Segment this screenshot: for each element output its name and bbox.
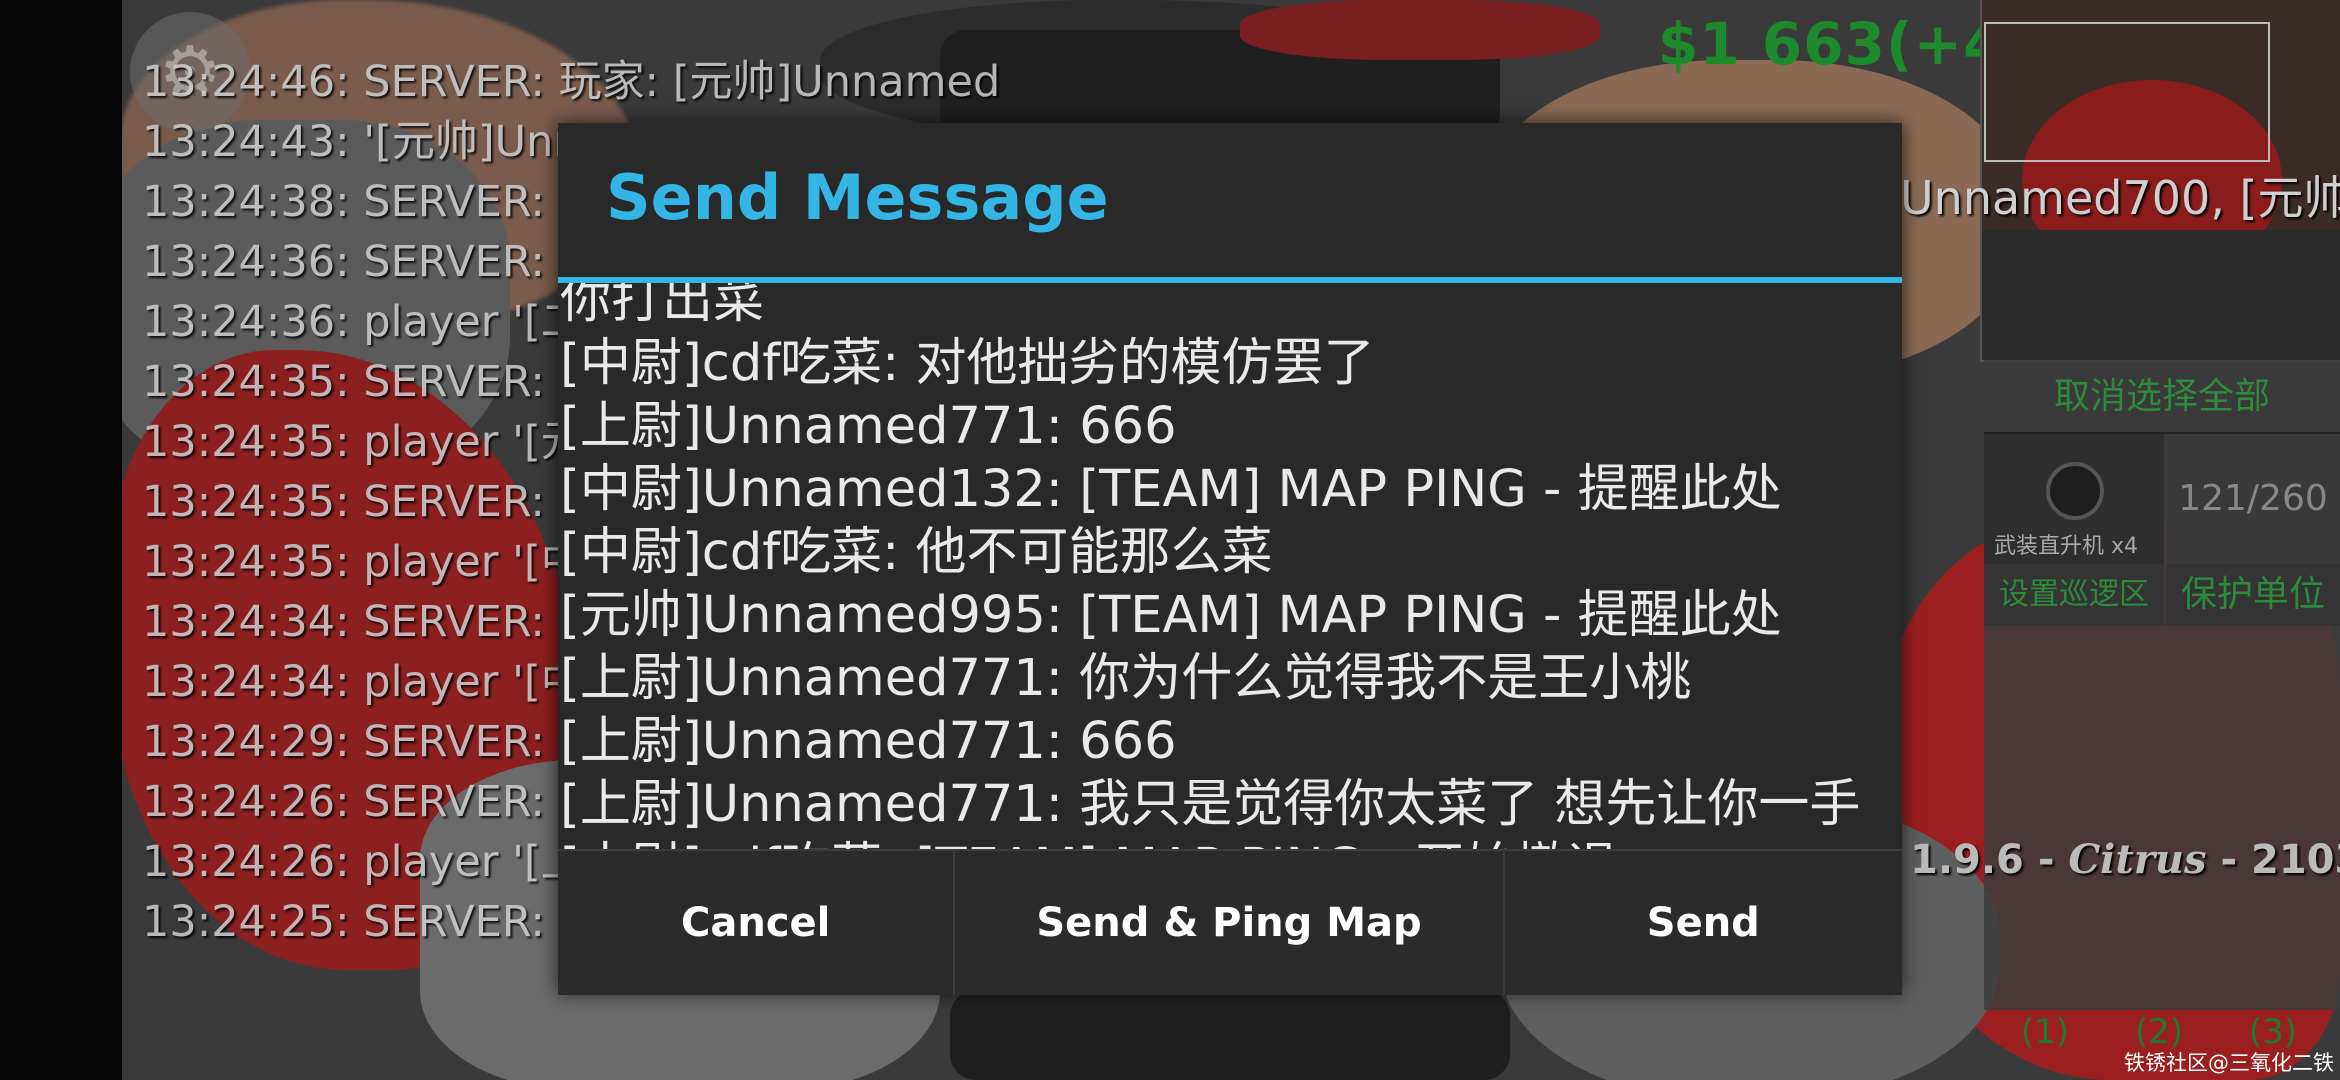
message-item: [上尉]Unnamed771: 你为什么觉得我不是王小桃 (560, 649, 1692, 708)
dialog-button-bar: Cancel Send & Ping Map Send (558, 849, 1902, 995)
helicopter-icon (2046, 462, 2104, 520)
version-name: Citrus (2068, 836, 2207, 883)
send-ping-map-button[interactable]: Send & Ping Map (955, 851, 1505, 995)
dialog-title: Send Message (606, 161, 1109, 234)
message-item: [上尉]Unnamed771: 666 (560, 712, 1177, 771)
chat-log-line: 13:24:46: SERVER: 玩家: [元帅]Unnamed (142, 57, 1001, 107)
message-item: [中尉]cdf吃菜: 他不可能那么菜 (560, 523, 1273, 582)
guard-unit-button[interactable]: 保护单位 (2166, 564, 2340, 626)
send-message-dialog: Send Message 你打出菜 [中尉]cdf吃菜: 对他拙劣的模仿罢了 [… (558, 123, 1902, 995)
watermark: 铁锈社区@三氧化二铁 (2124, 1051, 2334, 1075)
unit-name: 武装直升机 x4 (1994, 534, 2139, 559)
set-patrol-button[interactable]: 设置巡逻区 (1984, 564, 2164, 626)
deselect-all-button[interactable]: 取消选择全部 (1984, 362, 2340, 434)
control-group-button[interactable]: (1) (2020, 1012, 2070, 1052)
message-item: [元帅]Unnamed995: [TEAM] MAP PING - 提醒此处 (560, 586, 1782, 645)
terrain-patch (1240, 0, 1600, 60)
message-item: [中尉]cdf吃菜: 对他拙劣的模仿罢了 (560, 334, 1375, 393)
minimap-viewport (1984, 22, 2270, 162)
version-prefix: 1.9.6 - (1910, 837, 2069, 883)
message-item: 你打出菜 (560, 283, 765, 330)
message-item: [上尉]Unnamed771: 我只是觉得你太菜了 想先让你一手 (560, 775, 1861, 834)
terrain-patch (950, 990, 1510, 1080)
send-button[interactable]: Send (1505, 851, 1902, 995)
control-groups: (1) (2) (3) (2020, 1012, 2298, 1052)
player-list: Unnamed700, [元帅] (1900, 171, 2340, 225)
control-group-button[interactable]: (3) (2248, 1012, 2298, 1052)
unit-count: 121/260 (2166, 434, 2340, 564)
message-item: [中尉]Unnamed132: [TEAM] MAP PING - 提醒此处 (560, 460, 1782, 519)
message-list: 你打出菜 [中尉]cdf吃菜: 对他拙劣的模仿罢了 [上尉]Unnamed771… (560, 283, 1860, 899)
message-item: [上尉]Unnamed771: 666 (560, 397, 1177, 456)
control-group-button[interactable]: (2) (2134, 1012, 2184, 1052)
version-suffix: - 210391 (2220, 837, 2340, 883)
version-label: 1.9.6 - Citrus - 210391 (1910, 830, 2340, 890)
screen-edge (0, 0, 122, 1080)
minimap-terrain (1982, 230, 2340, 360)
cancel-button[interactable]: Cancel (558, 851, 956, 995)
